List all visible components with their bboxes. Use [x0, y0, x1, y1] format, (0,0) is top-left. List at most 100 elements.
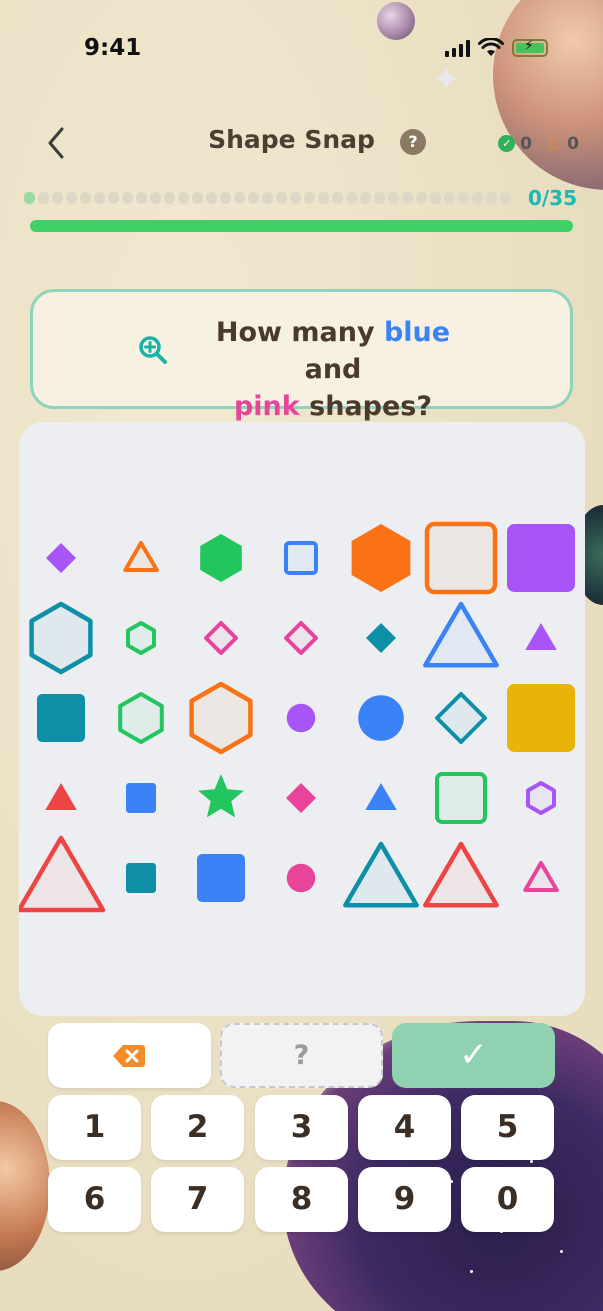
flame-icon: ♨: [546, 133, 563, 154]
wifi-icon: [478, 38, 504, 56]
progress-dot: [24, 192, 35, 204]
digit-key-9[interactable]: 9: [358, 1167, 451, 1232]
red-triangle-shape: [19, 835, 106, 913]
teal-hexagon-shape: [29, 601, 93, 675]
progress-dot: [458, 192, 469, 204]
submit-button[interactable]: ✓: [392, 1023, 555, 1088]
question-card: How many blue and pink shapes?: [30, 289, 573, 422]
progress-dot: [486, 192, 497, 204]
blue-square-shape: [197, 854, 245, 902]
digit-key-8[interactable]: 8: [255, 1167, 348, 1232]
progress-dot: [38, 192, 49, 204]
digit-key-1[interactable]: 1: [48, 1095, 141, 1160]
pink-diamond-shape: [204, 621, 238, 655]
progress-dot: [206, 192, 217, 204]
progress-dot: [402, 192, 413, 204]
digit-key-0[interactable]: 0: [461, 1167, 554, 1232]
purple-triangle-shape: [525, 623, 557, 650]
green-hexagon-shape: [126, 621, 156, 655]
green-square-shape: [435, 772, 487, 824]
progress-dot: [444, 192, 455, 204]
correct-count: 0: [520, 133, 533, 154]
progress-dot: [52, 192, 63, 204]
shapes-board: [19, 422, 585, 1016]
status-bar: 9:41 ⚡: [0, 0, 603, 96]
progress-counter: 0/35: [527, 186, 577, 210]
progress-dot: [318, 192, 329, 204]
progress-dot: [374, 192, 385, 204]
digit-key-5[interactable]: 5: [461, 1095, 554, 1160]
help-button[interactable]: ?: [400, 129, 426, 155]
backspace-icon: [113, 1045, 145, 1067]
progress-dot: [136, 192, 147, 204]
progress-dot: [108, 192, 119, 204]
progress-dot: [500, 192, 511, 204]
yellow-square-shape: [507, 684, 575, 752]
progress-dot: [94, 192, 105, 204]
progress-dot: [332, 192, 343, 204]
progress-dot: [80, 192, 91, 204]
pink-triangle-shape: [523, 861, 559, 892]
progress-dot: [122, 192, 133, 204]
purple-circle-shape: [286, 703, 316, 733]
question-text: How many blue and pink shapes?: [215, 317, 451, 422]
progress-dots: [24, 192, 511, 204]
question-color-pink: pink: [233, 391, 300, 422]
progress-dot: [430, 192, 441, 204]
progress-dot: [290, 192, 301, 204]
progress-dot: [416, 192, 427, 204]
score-panel: ✓ 0 ♨ 0: [498, 133, 579, 154]
teal-diamond-shape: [366, 623, 396, 653]
digit-key-4[interactable]: 4: [358, 1095, 451, 1160]
orange-triangle-shape: [123, 541, 159, 572]
progress-dot: [472, 192, 483, 204]
backspace-button[interactable]: [48, 1023, 211, 1088]
green-hexagon-shape: [118, 692, 164, 744]
red-triangle-shape: [423, 841, 499, 908]
pink-diamond-shape: [284, 621, 318, 655]
progress-dot: [388, 192, 399, 204]
progress-dot: [164, 192, 175, 204]
progress-dot: [248, 192, 259, 204]
orange-hexagon-shape: [351, 524, 411, 592]
blue-triangle-shape: [423, 601, 499, 668]
progress-dot: [262, 192, 273, 204]
red-triangle-shape: [45, 783, 77, 810]
teal-square-shape: [126, 863, 156, 893]
progress-bar: [30, 220, 573, 232]
digit-key-6[interactable]: 6: [48, 1167, 141, 1232]
answer-display: ?: [220, 1023, 383, 1088]
progress-dot: [304, 192, 315, 204]
progress-dot: [192, 192, 203, 204]
progress-dot: [234, 192, 245, 204]
progress-dot: [276, 192, 287, 204]
purple-diamond-shape: [46, 543, 76, 573]
pink-diamond-shape: [286, 783, 316, 813]
zoom-in-icon: [139, 336, 167, 364]
progress-dot: [150, 192, 161, 204]
purple-hexagon-shape: [526, 781, 556, 815]
header: Shape Snap ? ✓ 0 ♨ 0: [0, 115, 603, 171]
teal-triangle-shape: [343, 841, 419, 908]
question-color-blue: blue: [383, 317, 451, 348]
progress-dot: [178, 192, 189, 204]
blue-square-shape: [126, 783, 156, 813]
pink-circle-shape: [286, 863, 316, 893]
teal-diamond-shape: [435, 692, 487, 744]
orange-hexagon-shape: [189, 681, 253, 755]
progress-dot: [346, 192, 357, 204]
battery-icon: ⚡: [512, 38, 548, 57]
purple-square-shape: [507, 524, 575, 592]
digit-key-3[interactable]: 3: [255, 1095, 348, 1160]
blue-square-shape: [284, 541, 318, 575]
check-icon: ✓: [498, 135, 516, 152]
status-time: 9:41: [84, 35, 142, 61]
digit-key-2[interactable]: 2: [151, 1095, 244, 1160]
teal-square-shape: [37, 694, 85, 742]
signal-icon: [445, 39, 470, 57]
progress-dot: [220, 192, 231, 204]
blue-circle-shape: [358, 695, 404, 741]
green-hexagon-shape: [200, 534, 242, 582]
digit-key-7[interactable]: 7: [151, 1167, 244, 1232]
planet-decoration: [0, 1101, 50, 1271]
